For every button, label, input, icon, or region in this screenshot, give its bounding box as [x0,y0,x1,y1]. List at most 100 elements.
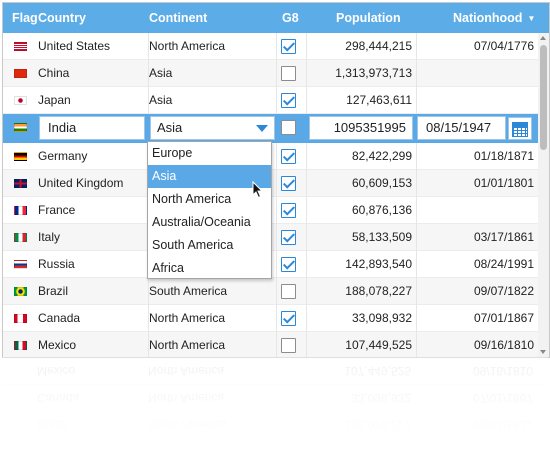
reflection-nationhood: 09/16/1810 [472,364,533,378]
g8-checkbox[interactable] [281,284,296,299]
g8-checkbox[interactable] [281,149,296,164]
column-header-country[interactable]: Country [38,3,86,33]
continent-cell: North America [149,311,226,325]
table-row[interactable]: Germany 82,422,299 01/18/1871 [3,143,549,170]
table-row[interactable]: France 60,876,136 [3,197,549,224]
column-header-g8[interactable]: G8 [282,3,299,33]
dropdown-option[interactable]: Africa [148,257,271,280]
reflection-continent: North America [148,391,225,405]
population-cell: 60,609,153 [351,176,412,190]
population-cell: 1,313,973,713 [335,66,412,80]
population-cell: 58,133,509 [351,230,412,244]
country-cell: Japan [38,93,71,107]
fr-flag-icon [14,206,27,215]
scroll-up-icon[interactable] [540,36,546,40]
nationhood-cell: 01/01/1801 [473,176,534,190]
table-row[interactable]: China Asia 1,313,973,713 [3,60,549,87]
g8-checkbox[interactable] [281,176,296,191]
g8-checkbox[interactable] [281,311,296,326]
country-cell: Germany [38,149,88,163]
ru-flag-icon [14,260,27,269]
nationhood-cell [418,60,534,87]
g8-checkbox[interactable] [281,66,296,81]
country-editor-input[interactable]: India [39,116,145,140]
column-header-flag[interactable]: Flag [12,3,38,33]
dropdown-option[interactable]: Europe [148,142,271,165]
continent-dropdown-list[interactable]: Europe Asia North America Australia/Oceania… [147,141,272,279]
g8-checkbox[interactable] [281,120,296,135]
calendar-icon[interactable] [508,117,532,140]
table-row[interactable]: Italy 58,133,509 03/17/1861 [3,224,549,251]
vertical-scrollbar[interactable] [538,33,549,357]
country-cell: China [38,66,70,80]
gb-flag-icon [14,179,27,188]
nationhood-cell [418,197,534,224]
us-flag-icon [14,42,27,51]
table-row[interactable]: Japan Asia 127,463,611 [3,87,549,114]
reflection-continent: North America [148,364,225,378]
jp-flag-icon [14,96,27,105]
continent-cell: North America [149,39,226,53]
table-row[interactable]: United States North America 298,444,215 07/… [3,33,549,60]
reflection-country: Mexico [37,364,76,378]
scroll-thumb[interactable] [540,45,547,150]
g8-checkbox[interactable] [281,203,296,218]
g8-checkbox[interactable] [281,338,296,353]
reflection-row: Brazil South America 188,078,227 09/07/1822 [2,411,548,438]
population-editor-input[interactable]: 1095351995 [309,116,413,140]
column-header-population[interactable]: Population [336,3,401,33]
population-cell: 33,098,932 [351,311,412,325]
reflection-nationhood: 07/01/1867 [472,391,533,405]
dropdown-option[interactable]: Australia/Oceania [148,211,271,234]
population-cell: 82,422,299 [351,149,412,163]
dropdown-option[interactable]: South America [148,234,271,257]
nationhood-cell: 01/18/1871 [473,149,534,163]
nationhood-cell: 07/04/1776 [473,39,534,53]
table-row[interactable]: United Kingdom 60,609,153 01/01/1801 [3,170,549,197]
reflection-country: Brazil [37,418,68,432]
table-row[interactable]: Russia 142,893,540 08/24/1991 [3,251,549,278]
reflection-nationhood: 09/07/1822 [472,418,533,432]
g8-checkbox[interactable] [281,230,296,245]
country-cell: France [38,203,76,217]
reflection-row: Mexico North America 107,449,525 09/16/1810 [2,357,548,384]
g8-checkbox[interactable] [281,93,296,108]
continent-cell: South America [149,284,228,298]
nationhood-cell [418,87,534,114]
nationhood-cell: 09/07/1822 [473,284,534,298]
population-cell: 188,078,227 [345,284,412,298]
population-cell: 298,444,215 [345,39,412,53]
table-row-editing[interactable]: India Asia 1095351995 08/15/1947 [3,114,549,143]
nationhood-cell: 09/16/1810 [473,338,534,352]
sort-descending-icon: ▼ [527,14,536,23]
country-cell: United Kingdom [38,176,124,190]
country-cell: Brazil [38,284,69,298]
continent-cell: North America [149,338,226,352]
mx-flag-icon [14,341,27,350]
cn-flag-icon [14,69,27,78]
reflection-population: 33,098,932 [350,391,411,405]
country-cell: Canada [38,311,81,325]
table-row[interactable]: Brazil South America 188,078,227 09/07/1822 [3,278,549,305]
g8-checkbox[interactable] [281,39,296,54]
reflection-continent: South America [148,418,227,432]
continent-editor-select[interactable]: Asia [150,116,275,140]
scroll-down-icon[interactable] [540,350,546,354]
nationhood-editor-input[interactable]: 08/15/1947 [417,116,506,140]
nationhood-cell: 03/17/1861 [473,230,534,244]
grid-header: Flag Country Continent G8 Population Nat… [3,3,549,33]
nationhood-cell: 07/01/1867 [473,311,534,325]
table-row[interactable]: Canada North America 33,098,932 07/01/1867 [3,305,549,332]
chevron-down-icon[interactable] [256,125,268,132]
country-cell: Mexico [38,338,77,352]
g8-checkbox[interactable] [281,257,296,272]
reflection-country: Canada [37,391,80,405]
column-header-nationhood[interactable]: Nationhood ▼ [453,3,535,33]
ca-flag-icon [14,314,27,323]
grid-reflection: Brazil South America 188,078,227 09/07/1822… [2,357,548,454]
column-header-continent[interactable]: Continent [149,3,207,33]
it-flag-icon [14,233,27,242]
column-header-nationhood-label: Nationhood [453,11,523,25]
table-row[interactable]: Mexico North America 107,449,525 09/16/1810 [3,332,549,357]
population-cell: 60,876,136 [351,203,412,217]
